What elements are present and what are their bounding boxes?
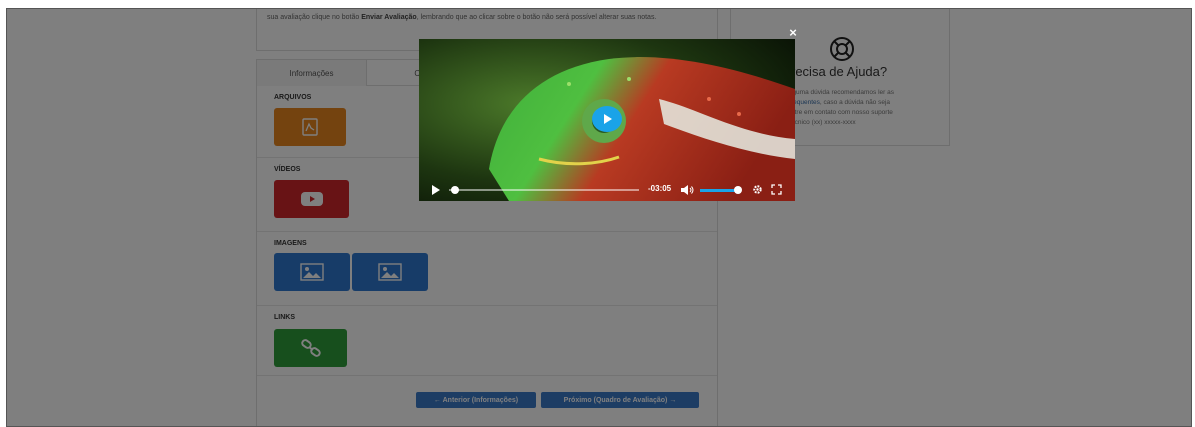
progress-handle[interactable] bbox=[450, 186, 459, 194]
time-remaining: -03:05 bbox=[648, 184, 672, 193]
gear-icon[interactable] bbox=[752, 184, 763, 195]
browser-viewport: sua avaliação clique no botão Enviar Ava… bbox=[6, 8, 1192, 427]
fullscreen-icon[interactable] bbox=[771, 184, 782, 195]
big-play-button[interactable] bbox=[592, 106, 622, 132]
progress-bar[interactable] bbox=[449, 186, 639, 194]
volume-slider[interactable] bbox=[700, 186, 742, 194]
video-player[interactable]: -03:05 bbox=[419, 39, 795, 201]
play-icon bbox=[604, 114, 612, 124]
volume-icon[interactable] bbox=[681, 185, 695, 195]
play-icon[interactable] bbox=[431, 185, 441, 195]
volume-level bbox=[700, 189, 738, 192]
video-controls: -03:05 bbox=[419, 179, 795, 201]
volume-handle[interactable] bbox=[734, 186, 742, 194]
